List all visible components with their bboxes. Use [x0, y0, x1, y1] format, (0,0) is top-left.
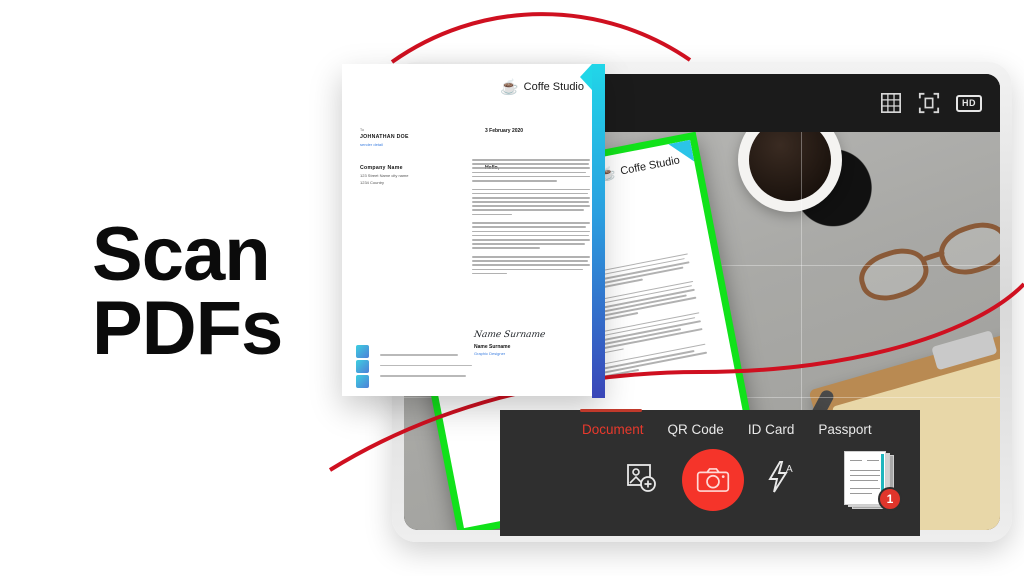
recipient-link: sender detail	[360, 142, 383, 148]
tab-id-card[interactable]: ID Card	[748, 422, 795, 441]
add-image-icon[interactable]	[626, 463, 658, 493]
cyan-accent-bar	[580, 64, 605, 398]
page-title: Scan PDFs	[92, 212, 283, 372]
gallery-count-badge: 1	[878, 487, 902, 511]
letter-page: ☕ Coffe Studio To JOHNATHAN DOE sender d…	[342, 64, 602, 396]
camera-controls: A 1	[500, 441, 920, 519]
to-label: To	[360, 128, 365, 132]
letterhead: ☕ Coffe Studio	[360, 78, 584, 96]
letter-document: ☕ Coffe Studio To JOHNATHAN DOE sender d…	[342, 64, 602, 396]
shutter-button[interactable]	[682, 449, 744, 511]
footer-contacts	[380, 354, 472, 386]
contact-line	[380, 375, 466, 377]
hd-icon[interactable]: HD	[956, 94, 982, 112]
coffee-logo-icon: ☕	[499, 79, 519, 96]
gallery-thumbnail[interactable]: 1	[840, 449, 902, 511]
recipient-block: To JOHNATHAN DOE sender detail	[360, 128, 459, 147]
flash-auto-icon[interactable]: A	[766, 461, 796, 493]
brand-name: Coffe Studio	[523, 81, 584, 93]
phone-icon	[356, 345, 369, 358]
grid-icon[interactable]	[880, 92, 902, 114]
signature-script: Name Surname	[473, 330, 546, 340]
company-name: Company Name	[360, 165, 403, 172]
paragraph	[472, 255, 590, 275]
tab-qr-code[interactable]: QR Code	[668, 422, 724, 441]
auto-capture-icon[interactable]	[918, 92, 940, 114]
recipient-name: JOHNATHAN DOE	[360, 134, 409, 141]
signature-name: Name Surname	[474, 344, 511, 350]
date-block: 3 February 2020	[485, 128, 584, 147]
paragraph	[472, 159, 590, 182]
svg-text:A: A	[786, 464, 793, 475]
letter-footer	[342, 345, 602, 396]
tab-passport[interactable]: Passport	[818, 422, 871, 441]
paragraph	[472, 188, 590, 216]
camera-control-panel: Document QR Code ID Card Passport A 1	[500, 409, 920, 536]
eyeglasses-prop	[853, 210, 1000, 312]
contact-line	[380, 354, 458, 356]
headline-line-2: PDFs	[92, 286, 283, 372]
letter-meta: To JOHNATHAN DOE sender detail 3 Februar…	[360, 128, 584, 147]
headline-line-1: Scan	[92, 212, 271, 297]
letter-body	[472, 159, 590, 281]
body-text-source-1: Lorem ipsum dolor sit amet, consectetur …	[0, 0, 1, 1]
tab-document[interactable]: Document	[580, 409, 644, 441]
red-arc-top	[390, 12, 692, 64]
camera-icon	[696, 468, 730, 492]
letter-date: 3 February 2020	[485, 128, 524, 134]
paragraph	[472, 222, 590, 249]
page-corner-accent	[668, 139, 695, 166]
web-icon	[356, 375, 369, 388]
mail-icon	[356, 360, 369, 373]
footer-icons	[356, 345, 369, 390]
capture-mode-tabs: Document QR Code ID Card Passport	[500, 409, 920, 441]
screenshot-root: Scan PDFs HD ☕ Coffe Studio ☕ Coffe Stud…	[0, 0, 1024, 576]
company-address: 123 Street Name city name 1234 Country	[360, 173, 409, 186]
coffee-cup-prop	[737, 132, 842, 213]
contact-line	[380, 364, 472, 367]
